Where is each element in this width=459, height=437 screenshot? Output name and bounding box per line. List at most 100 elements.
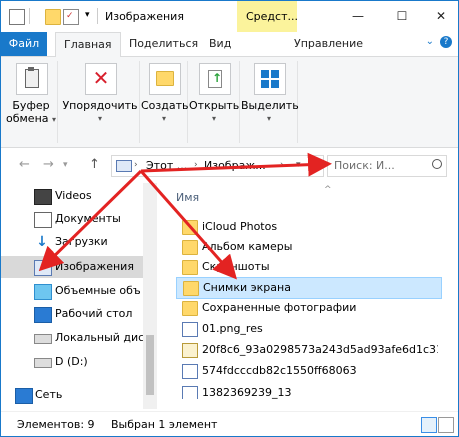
drive-icon <box>34 358 52 368</box>
list-item[interactable]: Скриншоты <box>176 257 440 277</box>
breadcrumb-pictures[interactable]: Изображ... <box>204 159 266 172</box>
ribbon-collapse-icon[interactable]: ⌄ <box>426 36 434 47</box>
drive-icon <box>34 334 52 344</box>
breadcrumb-separator-icon: › <box>194 160 198 170</box>
file-name: Скриншоты <box>202 260 270 273</box>
select-icon <box>254 63 286 95</box>
divider <box>29 8 30 24</box>
ribbon: Буфер обмена ▾ ✕ Упорядочить ▾ Создать ▾ <box>1 57 458 148</box>
large-icons-view-icon[interactable] <box>438 417 454 433</box>
image-file-icon <box>182 322 198 337</box>
nav-item-pictures[interactable]: Изображения <box>1 256 143 278</box>
list-item[interactable]: iCloud Photos <box>176 217 440 237</box>
dropdown-caret-icon: ▾ <box>266 114 271 123</box>
create-label: Создать <box>141 99 189 112</box>
list-item[interactable]: 01.png_res <box>176 319 440 339</box>
open-label: Открыть <box>189 99 240 112</box>
create-group[interactable]: Создать ▾ <box>141 61 189 143</box>
downloads-icon: ↓ <box>36 234 48 250</box>
forward-button[interactable]: → <box>43 157 54 172</box>
nav-item-downloads[interactable]: ↓ Загрузки <box>1 231 143 253</box>
organize-label: Упорядочить <box>62 99 138 112</box>
scrollbar-thumb[interactable] <box>146 335 154 395</box>
breadcrumb-separator-icon: › <box>134 160 138 170</box>
status-selected: Выбран 1 элемент <box>111 418 218 431</box>
navigation-pane: Videos Документы ↓ Загрузки Изображения … <box>1 183 157 409</box>
tab-view[interactable]: Вид <box>201 32 239 56</box>
open-icon: ↑ <box>199 63 231 95</box>
delete-icon: ✕ <box>85 63 117 95</box>
help-icon[interactable]: ? <box>440 36 452 48</box>
nav-item-desktop[interactable]: Рабочий стол <box>1 303 143 325</box>
nav-item-d-drive[interactable]: D (D:) <box>1 351 143 373</box>
open-group[interactable]: ↑ Открыть ▾ <box>189 61 240 143</box>
nav-scrollbar[interactable] <box>143 183 157 409</box>
clipboard-group[interactable]: Буфер обмена ▾ <box>5 61 58 143</box>
file-name: Альбом камеры <box>202 240 293 253</box>
column-header-name[interactable]: Имя ^ <box>176 185 332 204</box>
folder-icon <box>182 260 198 275</box>
tab-home[interactable]: Главная <box>55 32 121 57</box>
file-name: Сохраненные фотографии <box>202 301 357 314</box>
tab-manage[interactable]: Управление <box>286 32 371 56</box>
nav-item-3d-objects[interactable]: Объемные объ <box>1 280 143 302</box>
address-row: ← → ▾ ↑ › Этот ... › Изображ... › ▾ ↻ По… <box>1 149 458 181</box>
video-icon <box>34 189 52 205</box>
dropdown-caret-icon: ▾ <box>161 114 166 123</box>
back-button[interactable]: ← <box>19 157 30 172</box>
nav-item-label: Рабочий стол <box>55 307 133 320</box>
details-view-icon[interactable] <box>421 417 437 433</box>
nav-item-label: Сеть <box>35 388 63 401</box>
list-item[interactable]: 20f8c6_93a0298573a243d5ad93afe6d1c31... <box>176 340 440 360</box>
recent-dropdown-icon[interactable]: ▾ <box>63 160 68 170</box>
nav-item-label: Документы <box>55 212 121 225</box>
file-name: 01.png_res <box>202 322 263 335</box>
search-input[interactable]: Поиск: И... <box>327 155 447 177</box>
nav-item-label: Объемные объ <box>55 284 141 297</box>
nav-item-documents[interactable]: Документы <box>1 208 143 230</box>
3d-objects-icon <box>34 284 52 300</box>
clipboard-label-2: обмена <box>5 112 49 125</box>
explorer-window: ✓ ▾ Изображения Средст... — ☐ ✕ Файл Гла… <box>0 0 459 437</box>
up-button[interactable]: ↑ <box>89 157 100 172</box>
folder-icon <box>183 281 199 296</box>
list-item[interactable]: 574fdcccdb82c1550ff68063 <box>176 361 440 381</box>
tab-share[interactable]: Поделиться <box>121 32 206 56</box>
organize-group[interactable]: ✕ Упорядочить ▾ <box>61 61 140 143</box>
nav-item-videos[interactable]: Videos <box>1 185 143 207</box>
title-bar: ✓ ▾ Изображения Средст... — ☐ ✕ <box>1 1 458 32</box>
address-bar[interactable]: › Этот ... › Изображ... › ▾ ↻ <box>111 155 324 177</box>
maximize-button[interactable]: ☐ <box>390 5 414 27</box>
select-group[interactable]: Выделить ▾ <box>241 61 299 143</box>
close-button[interactable]: ✕ <box>429 5 453 27</box>
minimize-button[interactable]: — <box>346 5 370 27</box>
file-name: 574fdcccdb82c1550ff68063 <box>202 364 357 377</box>
list-item[interactable]: Снимки экрана <box>176 277 442 299</box>
nav-item-label: D (D:) <box>55 355 88 368</box>
window-title: Изображения <box>105 10 184 23</box>
breadcrumb-this-pc[interactable]: Этот ... <box>146 159 187 172</box>
list-item[interactable]: 1382369239_13 <box>176 383 440 399</box>
context-tab-tools: Средст... <box>237 1 298 32</box>
status-item-count: Элементов: 9 <box>17 418 95 431</box>
search-placeholder: Поиск: И... <box>334 159 395 172</box>
quick-access-dropdown-icon[interactable]: ▾ <box>85 10 90 20</box>
documents-icon <box>34 212 52 228</box>
nav-item-local-disk[interactable]: Локальный дис <box>1 327 143 349</box>
folder-icon <box>182 301 198 316</box>
app-icon <box>9 9 25 25</box>
properties-icon[interactable]: ✓ <box>63 9 79 25</box>
list-item[interactable]: Сохраненные фотографии <box>176 298 440 318</box>
file-name: 1382369239_13 <box>202 386 292 399</box>
nav-item-network[interactable]: Сеть <box>1 384 143 406</box>
list-item[interactable]: Альбом камеры <box>176 237 440 257</box>
address-dropdown-icon[interactable]: ▾ <box>296 160 301 170</box>
dropdown-caret-icon: ▾ <box>52 115 57 124</box>
clipboard-label-1: Буфер <box>12 99 50 112</box>
tab-file[interactable]: Файл <box>1 32 47 56</box>
folder-quick-icon[interactable] <box>45 9 61 25</box>
image-file-icon <box>182 364 198 379</box>
file-list: Имя ^ iCloud Photos Альбом камеры Скринш… <box>158 183 458 409</box>
refresh-icon[interactable]: ↻ <box>308 158 317 171</box>
folder-icon <box>182 220 198 235</box>
